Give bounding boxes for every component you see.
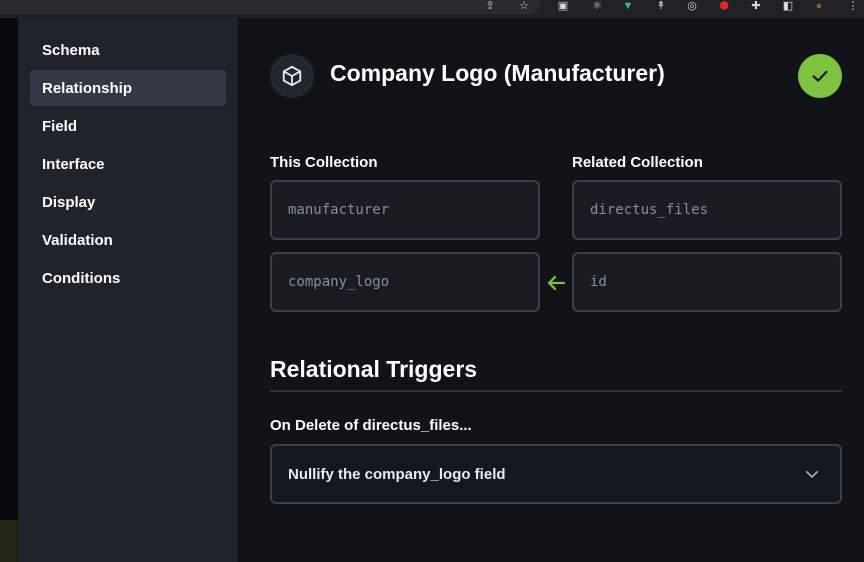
more-menu-icon[interactable]: ⋮ <box>846 0 860 12</box>
extension-icon[interactable]: ◎ <box>685 0 699 12</box>
check-icon <box>812 70 828 82</box>
cube-icon <box>270 54 314 98</box>
page-title: Company Logo (Manufacturer) <box>330 60 665 86</box>
browser-toolbar: ⇪ ☆ ▣ ⚛ ▼ ↟ ◎ ⬢ ✚ ◧ ● ⋮ <box>0 0 864 18</box>
on-delete-value: Nullify the company_logo field <box>288 465 506 483</box>
relational-triggers-heading: Relational Triggers <box>270 356 478 382</box>
bookmark-star-icon[interactable]: ☆ <box>517 0 531 12</box>
this-collection-label: This Collection <box>270 154 378 171</box>
sidebar-item-validation[interactable]: Validation <box>30 222 226 258</box>
related-collection-field[interactable]: directus_files <box>572 180 842 240</box>
vue-devtools-icon[interactable]: ▼ <box>621 0 635 12</box>
puzzle-icon[interactable]: ✚ <box>749 0 763 12</box>
section-divider <box>270 390 842 392</box>
related-collection-label: Related Collection <box>572 154 703 171</box>
sidebar-item-label: Display <box>42 193 96 211</box>
react-devtools-icon[interactable]: ⚛ <box>590 0 604 12</box>
gutter-highlight <box>0 520 18 562</box>
sidebar-item-label: Field <box>42 117 78 135</box>
address-bar-edge <box>0 0 540 14</box>
sidebar-item-label: Validation <box>42 231 113 249</box>
this-field-value: company_logo <box>288 274 390 290</box>
extension-icon[interactable]: ▣ <box>556 0 570 12</box>
chevron-down-icon <box>806 471 818 478</box>
sidebar-item-label: Relationship <box>42 79 133 97</box>
sidebar-item-interface[interactable]: Interface <box>30 146 226 182</box>
relationship-panel: Company Logo (Manufacturer) This Collect… <box>238 18 864 562</box>
arrow-left-icon <box>547 275 566 291</box>
this-collection-value: manufacturer <box>288 202 390 218</box>
avatar[interactable]: ● <box>812 0 826 12</box>
left-gutter <box>0 18 18 562</box>
sidebar-item-relationship[interactable]: Relationship <box>30 70 226 106</box>
sidebar-item-field[interactable]: Field <box>30 108 226 144</box>
sidebar-item-display[interactable]: Display <box>30 184 226 220</box>
related-field-input[interactable]: id <box>572 252 842 312</box>
save-button[interactable] <box>798 54 842 98</box>
sidebar-item-label: Schema <box>42 41 100 59</box>
sidepanel-icon[interactable]: ◧ <box>781 0 795 12</box>
field-settings-sidebar: Schema Relationship Field Interface Disp… <box>18 18 238 562</box>
sidebar-item-schema[interactable]: Schema <box>30 32 226 68</box>
on-delete-select[interactable]: Nullify the company_logo field <box>270 444 842 504</box>
ublock-icon[interactable]: ⬢ <box>717 0 731 12</box>
sidebar-item-conditions[interactable]: Conditions <box>30 260 226 296</box>
share-icon[interactable]: ⇪ <box>483 0 497 12</box>
sidebar-item-label: Conditions <box>42 269 121 287</box>
this-collection-field[interactable]: manufacturer <box>270 180 540 240</box>
this-field-input[interactable]: company_logo <box>270 252 540 312</box>
related-field-value: id <box>590 274 607 290</box>
related-collection-value: directus_files <box>590 202 709 218</box>
extension-icon[interactable]: ↟ <box>654 0 668 12</box>
on-delete-label: On Delete of directus_files... <box>270 417 472 434</box>
sidebar-item-label: Interface <box>42 155 105 173</box>
